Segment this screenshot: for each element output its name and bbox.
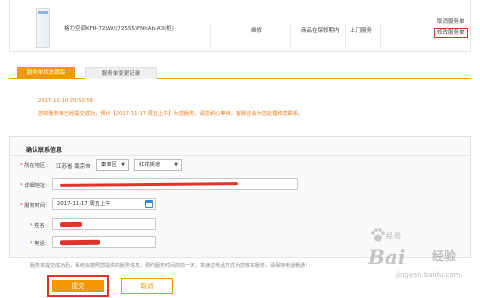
baidu-jingyan-watermark: 经验 Bai 经验 jingyan.baidu.com — [366, 225, 478, 285]
service-method: 上门服务 — [350, 28, 373, 34]
service-time-value: 2017-11-17 周五上午 — [57, 201, 111, 207]
redaction-mark — [59, 221, 83, 228]
street-value: 红花街道 — [139, 162, 161, 168]
status-message: 您的服务单已经提交成功，预计【2017-11-17 周五上午】为您服务，请您耐心… — [38, 111, 304, 117]
region-label-text: 所在地区： — [24, 163, 51, 169]
modify-order-link[interactable]: 修改服务单 — [434, 28, 468, 38]
product-image[interactable] — [36, 8, 50, 48]
district-select[interactable]: 秦淮区 ▼ — [96, 159, 129, 171]
redaction-mark — [59, 239, 101, 246]
confirm-title: 确认联系信息 — [26, 147, 63, 154]
tab-status-tracking[interactable]: 服务单状态跟踪 — [17, 67, 75, 79]
name-label: * 姓名 — [30, 223, 45, 229]
baidu-paw-icon — [371, 228, 385, 242]
order-row: 格力空调KFR-72LW/(72555)FNhAb-A3(柜) 维修 商品在保修… — [9, 0, 471, 52]
region-label: * 所在地区： — [20, 163, 51, 169]
watermark-url: jingyan.baidu.com — [396, 271, 461, 279]
service-type: 维修 — [251, 28, 263, 34]
service-time-input[interactable]: 2017-11-17 周五上午 — [52, 198, 156, 210]
watermark-brand2: 经验 — [432, 249, 457, 263]
address-label: * 详细地址： — [20, 183, 51, 189]
address-label-text: 详细地址： — [24, 183, 51, 189]
column-divider — [290, 23, 291, 49]
cancel-button[interactable]: 取消 — [121, 278, 173, 294]
name-label-text: 姓名 — [34, 223, 45, 229]
cancel-order-link[interactable]: 取消服务单 — [434, 17, 468, 27]
column-divider — [380, 23, 381, 49]
watermark-line1: 经验 — [386, 232, 402, 240]
brand-logo — [38, 11, 48, 14]
phone-label-text: 电话： — [34, 241, 50, 247]
product-name[interactable]: 格力空调KFR-72LW/(72555)FNhAb-A3(柜) — [64, 24, 174, 32]
chevron-down-icon: ▼ — [174, 162, 178, 168]
status-time: 2017-11-10 20:52:56 — [38, 98, 94, 104]
region-text: 江苏省 南京市 — [56, 164, 91, 170]
column-divider — [210, 23, 211, 49]
phone-label: * 电话： — [30, 241, 50, 247]
calendar-icon[interactable] — [145, 200, 153, 208]
submit-note: 服务单提交成功后，系统会按照您提供的服务信息，预约服务时间的前一天，将通过电话方… — [30, 263, 311, 269]
order-ops: 取消服务单 修改服务单 — [434, 17, 468, 38]
warranty-status: 商品在保修期内 — [301, 28, 340, 34]
district-value: 秦淮区 — [101, 162, 117, 168]
tab-change-log[interactable]: 服务单变更记录 — [85, 67, 157, 79]
watermark-brand: Bai — [368, 245, 406, 269]
submit-button[interactable]: 提交 — [52, 280, 104, 292]
service-time-label-text: 服务时间： — [24, 203, 51, 209]
tab-bar: 服务单状态跟踪 服务单变更记录 — [9, 67, 471, 79]
service-time-label: * 服务时间： — [20, 203, 51, 209]
submit-button-highlight: 提交 — [47, 275, 109, 297]
divider — [10, 155, 470, 156]
chevron-down-icon: ▼ — [121, 162, 125, 168]
column-divider — [345, 23, 346, 49]
street-select[interactable]: 红花街道 ▼ — [134, 159, 182, 171]
